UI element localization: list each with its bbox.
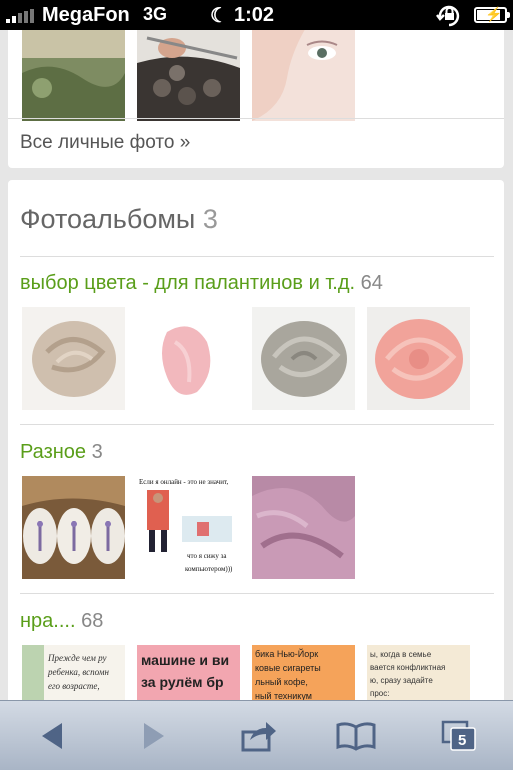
- album-thumbs-likes: Прежде чем ру ребенка, вспомн его возрас…: [22, 645, 470, 700]
- albums-heading-count: 3: [202, 204, 218, 234]
- album-thumb-quote-child[interactable]: Прежде чем ру ребенка, вспомн его возрас…: [22, 645, 125, 700]
- album-title-colors[interactable]: выбор цвета - для палантинов и т.д. 64: [20, 272, 383, 295]
- driving-line-1: машине и ви: [141, 652, 229, 668]
- tabs-count: 5: [458, 732, 466, 749]
- personal-photos-row: [22, 30, 355, 121]
- album-name-link[interactable]: нра....: [20, 610, 76, 632]
- forward-arrow-icon: [144, 723, 164, 749]
- family-line-1: ы, когда в семье: [370, 650, 432, 659]
- browser-toolbar: 5: [0, 700, 513, 770]
- family-line-2: вается конфликтная: [370, 663, 445, 672]
- quote-line-2: ребенка, вспомн: [47, 667, 110, 677]
- newyork-line-4: ный техникум: [255, 691, 312, 700]
- share-button[interactable]: [234, 713, 284, 759]
- divider: [20, 593, 494, 594]
- album-title-misc[interactable]: Разное 3: [20, 441, 103, 464]
- signal-strength-icon: [6, 9, 34, 23]
- album-count: 3: [91, 441, 103, 463]
- divider: [20, 256, 494, 257]
- tabs-icon: 5: [441, 720, 476, 751]
- album-thumbs-colors: [22, 307, 470, 410]
- forward-button[interactable]: [129, 713, 179, 759]
- divider: [20, 424, 494, 425]
- driving-line-2: за рулём бр: [141, 674, 224, 690]
- share-icon: [241, 722, 276, 752]
- album-name-link[interactable]: Разное: [20, 441, 86, 463]
- newyork-line-3: льный кофе,: [255, 677, 308, 687]
- bookmarks-button[interactable]: [331, 713, 381, 759]
- all-personal-photos-label[interactable]: Все личные фото »: [20, 132, 190, 154]
- page-content[interactable]: Все личные фото » Фотоальбомы 3 выбор цв…: [0, 30, 513, 700]
- personal-photo-knitting-hands[interactable]: [137, 30, 240, 121]
- album-title-likes[interactable]: нра.... 68: [20, 610, 103, 633]
- personal-photo-knit-green[interactable]: [22, 30, 125, 121]
- albums-heading: Фотоальбомы 3: [20, 204, 218, 235]
- network-type: 3G: [143, 4, 168, 24]
- album-thumb-family-quote[interactable]: ы, когда в семье вается конфликтная ю, с…: [367, 645, 470, 700]
- battery-charging-icon: ⚡: [474, 6, 510, 23]
- photo-albums-card: Фотоальбомы 3 выбор цвета - для палантин…: [8, 180, 504, 700]
- tabs-button[interactable]: 5: [434, 713, 484, 759]
- album-thumb-grey-yarn[interactable]: [252, 307, 355, 410]
- album-count: 68: [81, 610, 104, 632]
- personal-photos-card: Все личные фото »: [8, 30, 504, 168]
- album-name-link[interactable]: выбор цвета - для палантинов и т.д.: [20, 272, 355, 294]
- album-thumb-pink-wool[interactable]: [137, 307, 240, 410]
- carrier-name: MegaFon: [42, 4, 130, 26]
- album-thumb-pink-fabric[interactable]: [252, 476, 355, 579]
- clock-time: 1:02: [234, 4, 275, 26]
- back-button[interactable]: [27, 713, 77, 759]
- albums-heading-label: Фотоальбомы: [20, 204, 196, 234]
- album-thumb-newyork-quote[interactable]: бика Нью-Йорк ковые сигареты льный кофе,…: [252, 645, 355, 700]
- meme-caption-mid: что я сижу за: [187, 552, 227, 560]
- all-personal-photos-link[interactable]: Все личные фото »: [8, 118, 504, 168]
- personal-photo-face[interactable]: [252, 30, 355, 121]
- meme-caption-bottom: компьютером))): [185, 565, 233, 573]
- rotation-lock-icon: [436, 5, 460, 27]
- family-line-3: ю, сразу задайте: [370, 676, 433, 685]
- album-thumb-computer-meme[interactable]: Если я онлайн - это не значит, что я сиж…: [137, 476, 240, 579]
- newyork-line-1: бика Нью-Йорк: [255, 648, 318, 659]
- album-thumb-beige-yarn[interactable]: [22, 307, 125, 410]
- quote-line-3: его возрасте,: [48, 681, 100, 691]
- album-thumb-salmon-yarn[interactable]: [367, 307, 470, 410]
- meme-caption-top: Если я онлайн - это не значит,: [139, 478, 228, 486]
- quote-line-1: Прежде чем ру: [47, 653, 106, 663]
- back-arrow-icon: [42, 723, 62, 749]
- album-count: 64: [360, 272, 383, 294]
- album-thumbs-misc: Если я онлайн - это не значит, что я сиж…: [22, 476, 355, 579]
- do-not-disturb-moon-icon: ☾: [210, 5, 228, 27]
- album-thumb-driving-quote[interactable]: машине и ви за рулём бр: [137, 645, 240, 700]
- family-line-4: прос:: [370, 689, 389, 698]
- status-bar: MegaFon 3G ☾ 1:02 ⚡: [0, 0, 513, 30]
- newyork-line-2: ковые сигареты: [255, 663, 321, 673]
- album-thumb-felt-soaps[interactable]: [22, 476, 125, 579]
- book-icon: [336, 722, 376, 751]
